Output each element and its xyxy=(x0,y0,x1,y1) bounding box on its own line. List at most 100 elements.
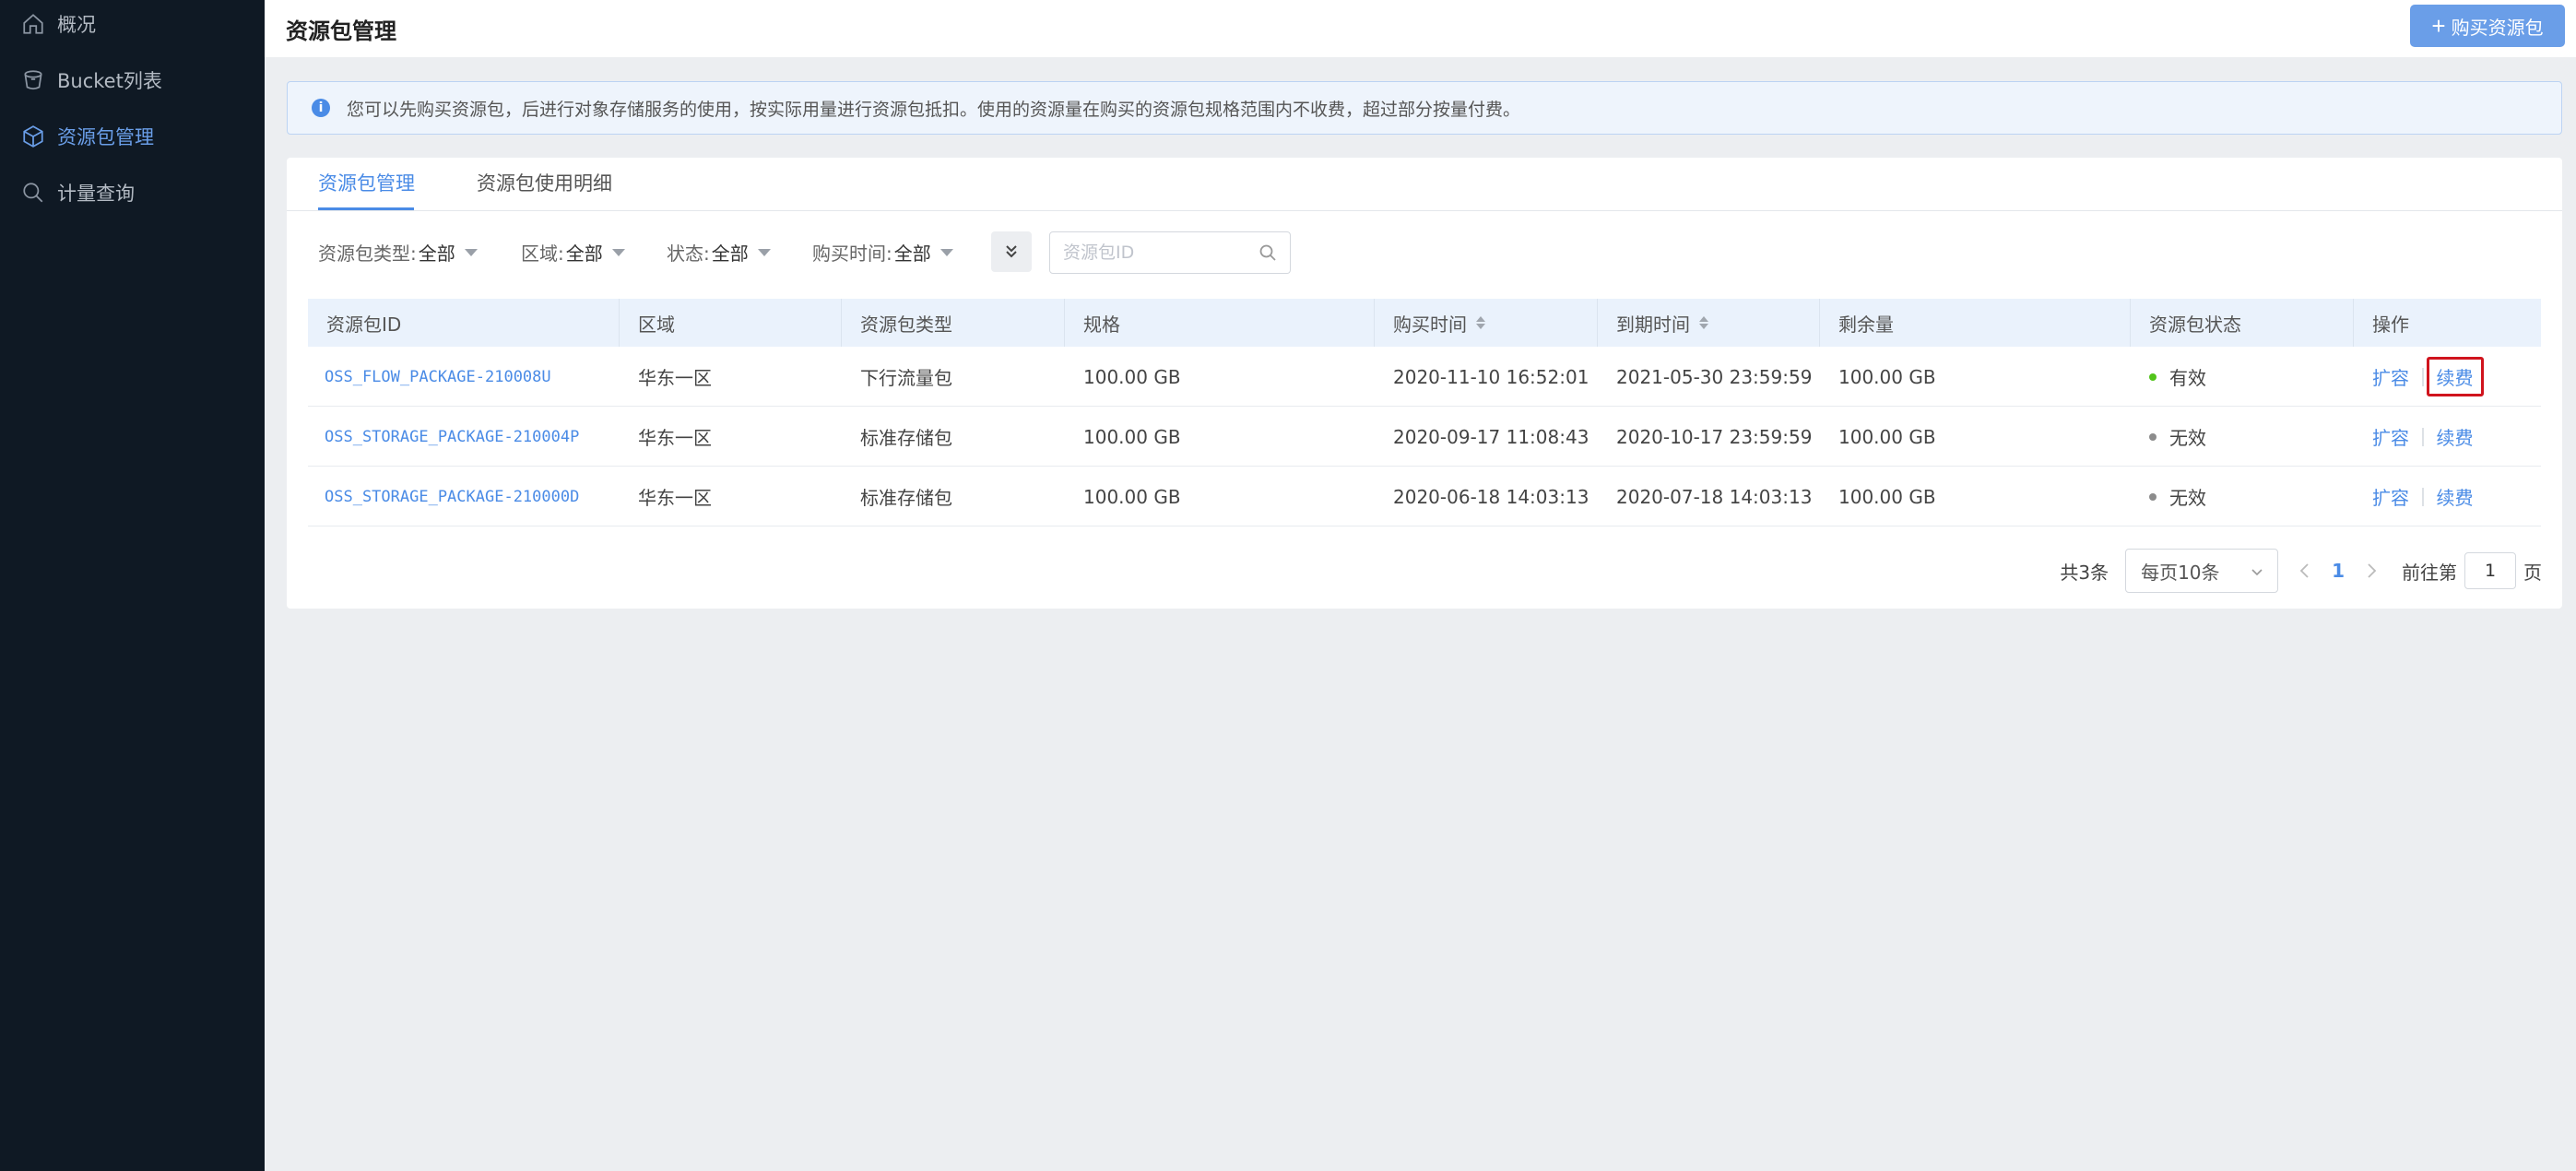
filter-value: 全部 xyxy=(565,242,603,265)
sidebar-item-label: 资源包管理 xyxy=(57,126,154,148)
prev-page-button[interactable] xyxy=(2298,562,2311,579)
sidebar-item-usage-query[interactable]: 计量查询 xyxy=(0,170,265,216)
filter-label: 状态: xyxy=(667,242,710,265)
caret-down-icon xyxy=(757,248,771,256)
cell-type: 下行流量包 xyxy=(860,367,952,389)
filter-label: 资源包类型: xyxy=(318,242,417,265)
package-id-link[interactable]: OSS_STORAGE_PACKAGE-210004P xyxy=(308,407,579,467)
chevron-left-icon xyxy=(2299,563,2309,578)
bucket-icon xyxy=(20,67,46,93)
page-number-current[interactable]: 1 xyxy=(2332,560,2345,582)
package-id-search xyxy=(1049,231,1291,274)
filter-status[interactable]: 状态: 全部 xyxy=(667,239,771,266)
cell-remaining: 100.00 GB xyxy=(1838,425,1936,448)
column-header-sortable[interactable]: 到期时间 xyxy=(1598,299,1820,347)
pagination: 共3条 每页10条 1 前往第 页 xyxy=(2060,549,2542,593)
cell-expire-time: 2020-07-18 14:03:13 xyxy=(1616,485,1813,508)
column-header: 规格 xyxy=(1065,299,1375,347)
divider xyxy=(2422,367,2424,386)
package-id-link[interactable]: OSS_FLOW_PACKAGE-210008U xyxy=(308,347,551,407)
column-header: 资源包状态 xyxy=(2131,299,2354,347)
chevron-down-icon xyxy=(2251,569,2263,576)
sort-icon xyxy=(1699,316,1708,329)
sidebar-item-bucket-list[interactable]: Bucket列表 xyxy=(0,57,265,103)
sidebar-item-overview[interactable]: 概况 xyxy=(0,1,265,47)
sidebar-item-label: Bucket列表 xyxy=(57,70,162,92)
cell-spec: 100.00 GB xyxy=(1083,485,1181,508)
caret-down-icon xyxy=(464,248,478,256)
status-text: 无效 xyxy=(2169,487,2206,509)
goto-suffix: 页 xyxy=(2523,561,2542,584)
search-input[interactable] xyxy=(1063,242,1247,263)
cell-region: 华东一区 xyxy=(638,487,712,509)
table-row: OSS_STORAGE_PACKAGE-210004P 华东一区 标准存储包 1… xyxy=(308,407,2541,467)
cell-type: 标准存储包 xyxy=(860,487,952,509)
filter-package-type[interactable]: 资源包类型: 全部 xyxy=(318,239,478,266)
main-panel: 资源包管理 资源包使用明细 资源包类型: 全部 区域: 全部 状态: 全部 购买… xyxy=(287,158,2562,609)
expand-capacity-link[interactable]: 扩容 xyxy=(2372,363,2409,390)
page-size-select[interactable]: 每页10条 xyxy=(2125,549,2279,593)
column-header: 区域 xyxy=(620,299,842,347)
status-dot xyxy=(2149,492,2157,501)
chevron-right-icon xyxy=(2368,563,2377,578)
cell-actions: 扩容 续费 xyxy=(2354,407,2474,467)
sidebar-item-package-management[interactable]: 资源包管理 xyxy=(0,113,265,160)
renew-link[interactable]: 续费 xyxy=(2426,357,2484,396)
home-icon xyxy=(20,11,46,37)
goto-label: 前往第 xyxy=(2402,561,2457,584)
filter-label: 购买时间: xyxy=(812,242,892,265)
column-header: 剩余量 xyxy=(1820,299,2131,347)
package-id-link[interactable]: OSS_STORAGE_PACKAGE-210000D xyxy=(308,467,579,526)
column-header: 操作 xyxy=(2372,313,2409,336)
filter-value: 全部 xyxy=(711,242,749,265)
tab-bar: 资源包管理 资源包使用明细 xyxy=(287,158,2562,211)
info-banner: i 您可以先购买资源包，后进行对象存储服务的使用，按实际用量进行资源包抵扣。使用… xyxy=(287,81,2562,135)
table-row: OSS_FLOW_PACKAGE-210008U 华东一区 下行流量包 100.… xyxy=(308,347,2541,407)
expand-capacity-link[interactable]: 扩容 xyxy=(2372,423,2409,450)
page-title: 资源包管理 xyxy=(286,18,396,44)
package-table: 资源包ID 区域 资源包类型 规格 购买时间 到期时间 剩余量 资源包状态 操作… xyxy=(308,299,2541,526)
caret-down-icon xyxy=(939,248,953,256)
cell-status: 有效 xyxy=(2131,347,2206,407)
cell-expire-time: 2020-10-17 23:59:59 xyxy=(1616,425,1813,448)
divider xyxy=(2422,487,2424,506)
header: 资源包管理 + 购买资源包 xyxy=(265,0,2576,57)
tab-package-management[interactable]: 资源包管理 xyxy=(318,169,415,196)
cell-spec: 100.00 GB xyxy=(1083,365,1181,388)
cell-region: 华东一区 xyxy=(638,367,712,389)
tab-package-usage-detail[interactable]: 资源包使用明细 xyxy=(477,169,612,196)
cell-actions: 扩容 续费 xyxy=(2354,467,2474,526)
filter-region[interactable]: 区域: 全部 xyxy=(521,239,625,266)
status-dot xyxy=(2149,373,2157,381)
cell-remaining: 100.00 GB xyxy=(1838,485,1936,508)
filter-bar: 资源包类型: 全部 区域: 全部 状态: 全部 购买时间: 全部 xyxy=(287,231,2562,274)
goto-page-input[interactable] xyxy=(2464,552,2516,589)
search-icon[interactable] xyxy=(1258,243,1277,262)
info-banner-text: 您可以先购买资源包，后进行对象存储服务的使用，按实际用量进行资源包抵扣。使用的资… xyxy=(347,99,1521,120)
filter-label: 区域: xyxy=(521,242,564,265)
active-tab-indicator xyxy=(318,207,414,210)
sidebar-item-label: 计量查询 xyxy=(57,183,135,205)
cell-spec: 100.00 GB xyxy=(1083,425,1181,448)
info-icon: i xyxy=(312,99,330,117)
expand-filters-button[interactable] xyxy=(991,231,1032,272)
status-dot xyxy=(2149,432,2157,441)
column-header: 资源包类型 xyxy=(842,299,1065,347)
buy-package-button[interactable]: + 购买资源包 xyxy=(2410,5,2565,47)
column-header-sortable[interactable]: 购买时间 xyxy=(1375,299,1598,347)
expand-capacity-link[interactable]: 扩容 xyxy=(2372,483,2409,510)
buy-package-label: 购买资源包 xyxy=(2451,18,2544,39)
cell-purchase-time: 2020-06-18 14:03:13 xyxy=(1393,485,1589,508)
page-size-value: 每页10条 xyxy=(2141,561,2220,584)
caret-down-icon xyxy=(611,248,625,256)
renew-link[interactable]: 续费 xyxy=(2437,483,2474,510)
total-count: 共3条 xyxy=(2060,561,2109,584)
next-page-button[interactable] xyxy=(2365,562,2378,579)
renew-link[interactable]: 续费 xyxy=(2437,423,2474,450)
status-text: 无效 xyxy=(2169,427,2206,449)
cell-actions: 扩容 续费 xyxy=(2354,347,2484,407)
cell-region: 华东一区 xyxy=(638,427,712,449)
filter-purchase-time[interactable]: 购买时间: 全部 xyxy=(812,239,953,266)
sidebar-item-label: 概况 xyxy=(57,14,96,36)
divider xyxy=(2422,427,2424,446)
